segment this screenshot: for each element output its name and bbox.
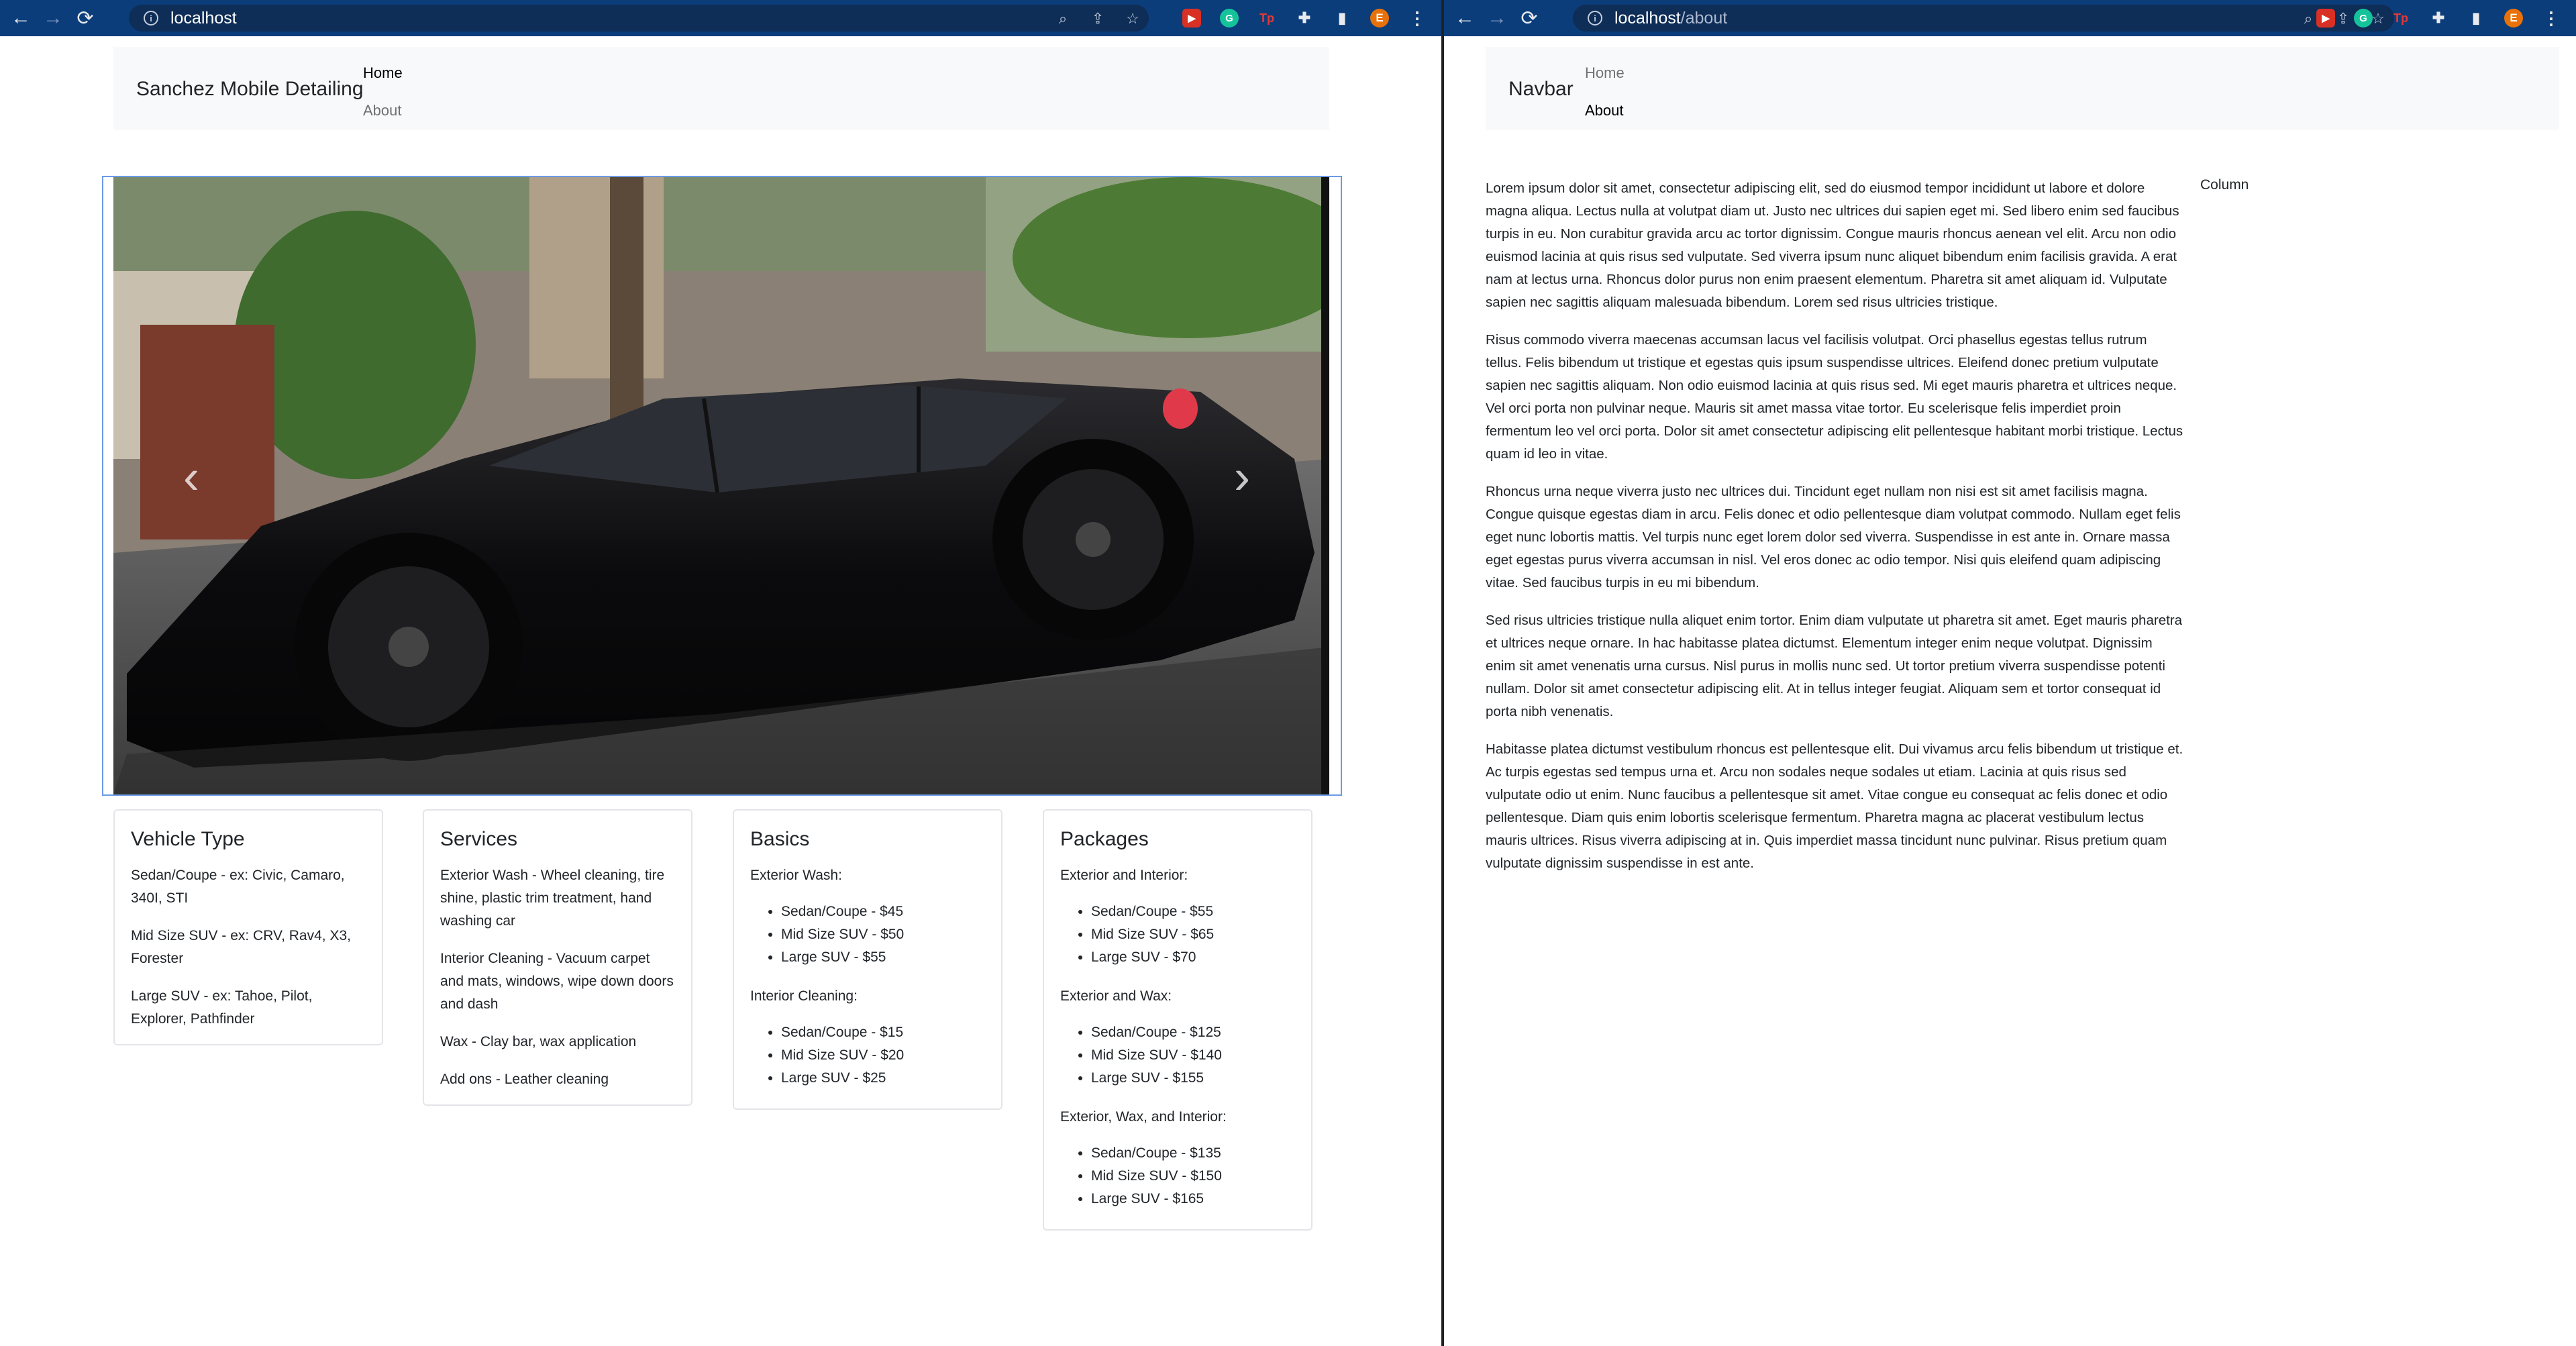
reload-icon[interactable]: ⟳ (71, 4, 99, 32)
extension-tp-icon[interactable]: Tp (1257, 9, 1276, 28)
list-item: Mid Size SUV - $50 (781, 923, 985, 946)
card-packages: Packages Exterior and Interior: Sedan/Co… (1043, 809, 1312, 1231)
about-text-column: Lorem ipsum dolor sit amet, consectetur … (1486, 177, 2183, 890)
nav-link-home[interactable]: Home (1585, 64, 1625, 82)
list-item: Large SUV - $25 (781, 1067, 985, 1090)
list-item: Large SUV - $55 (781, 946, 985, 969)
list-item: Mid Size SUV - $150 (1091, 1165, 1295, 1188)
card-text: Mid Size SUV - ex: CRV, Rav4, X3, Forest… (131, 928, 351, 966)
card-title: Vehicle Type (131, 828, 245, 850)
extension-grammarly-icon[interactable]: G (2354, 9, 2373, 28)
list-item: Large SUV - $155 (1091, 1067, 1295, 1090)
card-title: Basics (750, 828, 810, 850)
card-text: Exterior Wash - Wheel cleaning, tire shi… (440, 868, 665, 929)
extension-tp-icon[interactable]: Tp (2391, 9, 2410, 28)
side-panel-icon[interactable]: ▮ (2467, 9, 2485, 28)
card-title: Packages (1060, 828, 1149, 850)
address-bar[interactable]: i localhost ⌕ ⇪ ☆ (129, 5, 1149, 32)
car-photo (113, 177, 1329, 794)
back-icon[interactable]: ← (1451, 4, 1479, 32)
browser-window-left: ← → ⟳ i localhost ⌕ ⇪ ☆ ▶ G Tp ✚ ▮ E ⋮ S… (0, 0, 1441, 1346)
price-list: Sedan/Coupe - $45 Mid Size SUV - $50 Lar… (750, 900, 985, 969)
extension-grammarly-icon[interactable]: G (1220, 9, 1239, 28)
list-item: Sedan/Coupe - $125 (1091, 1021, 1295, 1044)
nav-link-about[interactable]: About (363, 102, 402, 119)
card-subheading: Exterior and Wax: (1060, 988, 1172, 1004)
card-text: Wax - Clay bar, wax application (440, 1034, 637, 1049)
extensions-puzzle-icon[interactable]: ✚ (1295, 9, 1314, 28)
carousel-prev-icon[interactable]: ‹ (183, 450, 199, 505)
carousel[interactable]: ‹ › (113, 177, 1329, 794)
navbar: Sanchez Mobile Detailing Home About (113, 47, 1329, 130)
zoom-icon[interactable]: ⌕ (2300, 11, 2316, 27)
forward-icon[interactable]: → (39, 4, 67, 32)
paragraph: Lorem ipsum dolor sit amet, consectetur … (1486, 180, 2179, 310)
card-subheading: Exterior Wash: (750, 868, 842, 883)
card-services: Services Exterior Wash - Wheel cleaning,… (423, 809, 692, 1106)
site-info-icon[interactable]: i (1588, 11, 1602, 25)
list-item: Sedan/Coupe - $45 (781, 900, 985, 923)
chrome-menu-icon[interactable]: ⋮ (1408, 8, 1427, 28)
url-host: localhost (1614, 8, 1681, 28)
paragraph: Rhoncus urna neque viverra justo nec ult… (1486, 484, 2181, 590)
page-home: Sanchez Mobile Detailing Home About ‹ › … (0, 36, 1441, 1346)
paragraph: Risus commodo viverra maecenas accumsan … (1486, 332, 2183, 462)
site-info-icon[interactable]: i (144, 11, 158, 25)
navbar-brand[interactable]: Navbar (1508, 78, 1574, 101)
browser-toolbar: ← → ⟳ i localhost/about ⌕ ⇪ ☆ ▶ G Tp ✚ ▮… (1444, 0, 2576, 36)
price-list: Sedan/Coupe - $55 Mid Size SUV - $65 Lar… (1060, 900, 1295, 969)
profile-avatar[interactable]: E (1370, 9, 1389, 28)
page-about: Navbar Home About Lorem ipsum dolor sit … (1444, 36, 2576, 1346)
extensions-puzzle-icon[interactable]: ✚ (2429, 9, 2448, 28)
card-title: Services (440, 828, 518, 850)
card-subheading: Exterior, Wax, and Interior: (1060, 1109, 1227, 1125)
nav-link-home[interactable]: Home (363, 64, 403, 82)
list-item: Large SUV - $165 (1091, 1188, 1295, 1210)
share-icon[interactable]: ⇪ (1090, 11, 1106, 27)
list-item: Mid Size SUV - $65 (1091, 923, 1295, 946)
list-item: Sedan/Coupe - $55 (1091, 900, 1295, 923)
list-item: Mid Size SUV - $20 (781, 1044, 985, 1067)
chrome-menu-icon[interactable]: ⋮ (2542, 8, 2561, 28)
share-icon[interactable]: ⇪ (2335, 11, 2351, 27)
zoom-icon[interactable]: ⌕ (1055, 11, 1071, 27)
forward-icon[interactable]: → (1483, 4, 1511, 32)
list-item: Sedan/Coupe - $135 (1091, 1142, 1295, 1165)
url-path: /about (1680, 8, 1728, 28)
navbar: Navbar Home About (1486, 47, 2559, 130)
card-text: Add ons - Leather cleaning (440, 1072, 609, 1087)
price-list: Sedan/Coupe - $135 Mid Size SUV - $150 L… (1060, 1142, 1295, 1210)
side-panel-icon[interactable]: ▮ (1333, 9, 1351, 28)
extension-red-icon[interactable]: ▶ (1182, 9, 1201, 28)
paragraph: Habitasse platea dictumst vestibulum rho… (1486, 741, 2183, 871)
card-text: Sedan/Coupe - ex: Civic, Camaro, 340I, S… (131, 868, 345, 906)
card-subheading: Interior Cleaning: (750, 988, 858, 1004)
browser-toolbar: ← → ⟳ i localhost ⌕ ⇪ ☆ ▶ G Tp ✚ ▮ E ⋮ (0, 0, 1441, 36)
url-text: localhost (170, 8, 237, 28)
list-item: Sedan/Coupe - $15 (781, 1021, 985, 1044)
card-basics: Basics Exterior Wash: Sedan/Coupe - $45 … (733, 809, 1002, 1110)
list-item: Large SUV - $70 (1091, 946, 1295, 969)
back-icon[interactable]: ← (7, 4, 35, 32)
carousel-next-icon[interactable]: › (1234, 450, 1250, 505)
card-text: Interior Cleaning - Vacuum carpet and ma… (440, 951, 674, 1012)
list-item: Mid Size SUV - $140 (1091, 1044, 1295, 1067)
navbar-brand[interactable]: Sanchez Mobile Detailing (136, 78, 364, 101)
profile-avatar[interactable]: E (2504, 9, 2523, 28)
column-label: Column (2200, 177, 2249, 193)
bookmark-star-icon[interactable]: ☆ (1125, 11, 1141, 27)
browser-window-right: ← → ⟳ i localhost/about ⌕ ⇪ ☆ ▶ G Tp ✚ ▮… (1444, 0, 2576, 1346)
address-bar[interactable]: i localhost/about ⌕ ⇪ ☆ (1573, 5, 2394, 32)
nav-link-about[interactable]: About (1585, 102, 1624, 119)
url-text: localhost/about (1614, 9, 1727, 28)
extension-red-icon[interactable]: ▶ (2316, 9, 2335, 28)
card-text: Large SUV - ex: Tahoe, Pilot, Explorer, … (131, 988, 313, 1027)
price-list: Sedan/Coupe - $15 Mid Size SUV - $20 Lar… (750, 1021, 985, 1090)
card-subheading: Exterior and Interior: (1060, 868, 1188, 883)
reload-icon[interactable]: ⟳ (1515, 4, 1543, 32)
card-vehicle-type: Vehicle Type Sedan/Coupe - ex: Civic, Ca… (113, 809, 383, 1045)
price-list: Sedan/Coupe - $125 Mid Size SUV - $140 L… (1060, 1021, 1295, 1090)
paragraph: Sed risus ultricies tristique nulla aliq… (1486, 613, 2183, 719)
